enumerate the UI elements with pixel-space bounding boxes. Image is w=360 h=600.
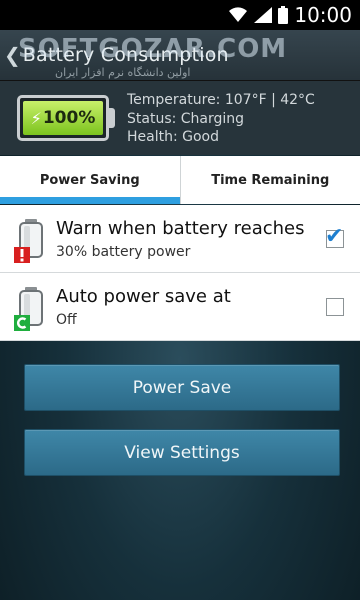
battery-icon [278, 6, 289, 24]
status-icons [228, 6, 289, 24]
auto-save-subtitle: Off [56, 312, 77, 328]
status-bar: 10:00 [0, 0, 360, 30]
battery-terminal [108, 108, 115, 128]
battery-gauge: ⚡ 100% [17, 95, 109, 141]
title-bar: ❮ Battery Consumption [0, 30, 360, 81]
signal-icon [254, 7, 273, 23]
tab-time-remaining[interactable]: Time Remaining [179, 156, 360, 204]
status-text: Status: Charging [127, 110, 245, 127]
chevron-left-icon[interactable]: ❮ [4, 43, 21, 67]
battery-info-panel: ⚡ 100% Temperature: 107°F | 42°C Status:… [0, 81, 360, 155]
temperature-text: Temperature: 107°F | 42°C [127, 92, 315, 108]
list-item-auto-power-save[interactable]: Auto power save at Off [0, 273, 360, 341]
battery-level-label: 100% [42, 108, 96, 128]
battery-warning-icon [14, 219, 43, 263]
auto-save-title: Auto power save at [56, 286, 231, 307]
selected-tab-indicator [0, 197, 180, 204]
wifi-icon [229, 7, 248, 23]
list-item-warn-battery[interactable]: Warn when battery reaches 30% battery po… [0, 205, 360, 273]
battery-level: ⚡ 100% [20, 98, 106, 138]
page-title: Battery Consumption [22, 44, 229, 66]
battery-details: Temperature: 107°F | 42°C Status: Chargi… [127, 91, 315, 147]
warn-title: Warn when battery reaches [56, 218, 305, 239]
charging-bolt-icon: ⚡ [30, 108, 42, 128]
warn-subtitle: 30% battery power [56, 244, 191, 260]
checkmark-icon: ✔ [325, 224, 344, 249]
settings-list: Warn when battery reaches 30% battery po… [0, 205, 360, 341]
battery-autosave-icon [14, 287, 43, 331]
health-text: Health: Good [127, 129, 220, 145]
app-screen: 10:00 ❮ Battery Consumption SOFTGOZAR.CO… [0, 0, 360, 600]
clock: 10:00 [294, 3, 352, 27]
view-settings-button[interactable]: View Settings [24, 429, 340, 476]
power-save-button[interactable]: Power Save [24, 364, 340, 411]
warn-checkbox[interactable]: ✔ [325, 224, 344, 249]
auto-save-checkbox[interactable] [326, 298, 344, 316]
